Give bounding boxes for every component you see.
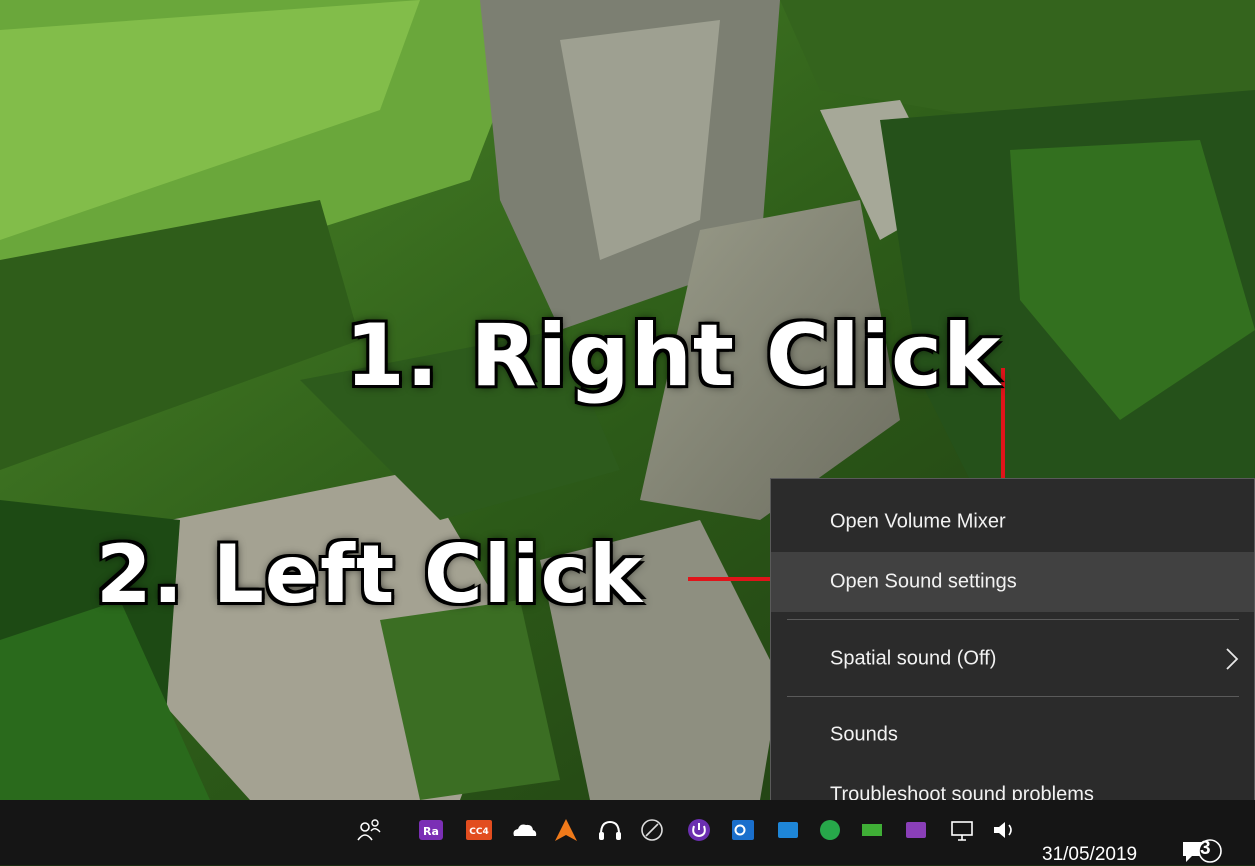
menu-separator (787, 696, 1239, 697)
menu-item-label: Open Sound settings (830, 570, 1017, 593)
menu-separator (787, 619, 1239, 620)
taskbar-date[interactable]: 31/05/2019 (1042, 844, 1137, 866)
onedrive-icon[interactable] (510, 816, 538, 844)
menu-item-spatial-sound[interactable]: Spatial sound (Off) (771, 629, 1254, 689)
tray-icon-blue[interactable] (774, 816, 802, 844)
headphones-icon[interactable] (596, 816, 624, 844)
volume-icon[interactable] (990, 816, 1018, 844)
avast-icon[interactable] (552, 816, 580, 844)
menu-item-label: Spatial sound (Off) (830, 647, 997, 670)
cc4-app-icon[interactable]: CC4 (465, 816, 493, 844)
svg-text:Ra: Ra (423, 825, 439, 838)
sound-context-menu: Open Volume Mixer Open Sound settings Sp… (770, 478, 1255, 838)
tray-icon-green2[interactable] (858, 816, 886, 844)
chevron-right-icon (1226, 648, 1239, 670)
outlook-icon[interactable] (729, 816, 757, 844)
notification-count-badge: 3 (1200, 838, 1211, 859)
menu-item-label: Open Volume Mixer (830, 510, 1006, 533)
menu-item-label: Sounds (830, 723, 898, 746)
svg-text:CC4: CC4 (469, 827, 488, 837)
annotation-step-left-click: 2. Left Click (96, 528, 644, 621)
menu-item-sounds[interactable]: Sounds (771, 705, 1254, 765)
tray-icon-purple[interactable] (902, 816, 930, 844)
network-icon[interactable] (948, 816, 976, 844)
annotation-step-right-click: 1. Right Click (345, 306, 1002, 406)
menu-item-open-sound-settings[interactable]: Open Sound settings (771, 552, 1254, 612)
tray-icon-green[interactable] (816, 816, 844, 844)
power-app-icon[interactable] (685, 816, 713, 844)
menu-item-open-volume-mixer[interactable]: Open Volume Mixer (771, 492, 1254, 552)
satellite-icon[interactable] (638, 816, 666, 844)
rr-app-icon[interactable]: Ra (417, 816, 445, 844)
people-icon[interactable] (355, 816, 383, 844)
